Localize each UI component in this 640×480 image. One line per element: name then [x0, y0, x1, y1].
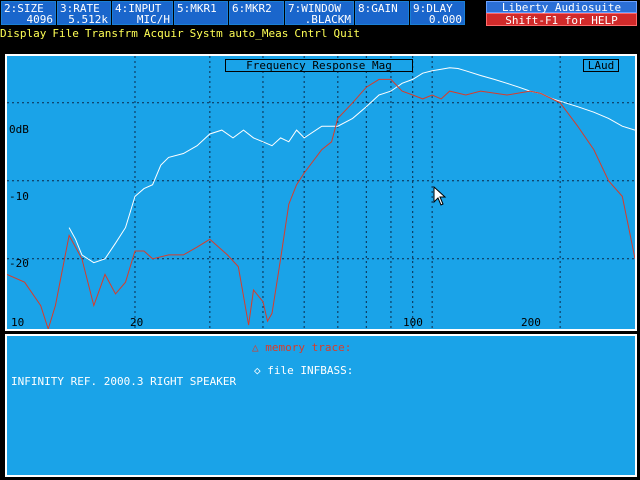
- x-tick-label: 200: [521, 316, 541, 329]
- x-tick-label: 100: [403, 316, 423, 329]
- fkey-value: 5.512k: [68, 13, 108, 26]
- fkey-label: 8:GAIN: [358, 2, 398, 15]
- y-tick-label: -20: [9, 257, 29, 270]
- menu-display[interactable]: Display: [0, 27, 46, 40]
- x-tick-label: 10: [11, 316, 25, 329]
- fkey-size[interactable]: 2:SIZE 4096: [1, 1, 56, 25]
- fkey-delay[interactable]: 9:DLAY 0.000: [410, 1, 465, 25]
- fkey-label: 6:MKR2: [232, 2, 272, 15]
- fkey-value: 0.000: [428, 13, 462, 26]
- fkey-value: 4096: [26, 13, 54, 26]
- y-tick-label: 0dB: [9, 123, 29, 136]
- menu-quit[interactable]: Quit: [333, 27, 360, 40]
- y-tick-label: -10: [9, 190, 29, 203]
- menu-system[interactable]: Systm: [190, 27, 223, 40]
- app-brand: Liberty Audiosuite: [486, 1, 637, 14]
- series-line-memory: [7, 78, 635, 329]
- file-label: ◇ file INFBASS:: [254, 364, 354, 377]
- plot-tag: LAud: [583, 59, 619, 72]
- fkey-rate[interactable]: 3:RATE 5.512k: [57, 1, 111, 25]
- fkey-value: .BLACKM: [304, 13, 351, 26]
- menu-bar: Display File Transfrm Acquir Systm auto_Meas C…: [0, 27, 366, 41]
- mouse-pointer-icon: [433, 186, 447, 206]
- fkey-mkr2[interactable]: 6:MKR2: [229, 1, 284, 25]
- fkey-window[interactable]: 7:WINDOW .BLACKM: [285, 1, 354, 25]
- plot-title: Frequency Response Mag: [225, 59, 413, 72]
- menu-auto-meas[interactable]: auto_Meas: [229, 27, 289, 40]
- menu-file[interactable]: File: [52, 27, 79, 40]
- fkey-label: 5:MKR1: [177, 2, 217, 15]
- fkey-mkr1[interactable]: 5:MKR1: [174, 1, 228, 25]
- trace-description: INFINITY REF. 2000.3 RIGHT SPEAKER: [11, 375, 237, 388]
- series-line-current: [68, 67, 635, 264]
- menu-transform[interactable]: Transfrm: [85, 27, 138, 40]
- menu-control[interactable]: Cntrl: [294, 27, 327, 40]
- fkey-gain[interactable]: 8:GAIN: [355, 1, 409, 25]
- fkey-input[interactable]: 4:INPUT MIC/H: [112, 1, 173, 25]
- memory-trace-label: △ memory trace:: [252, 341, 352, 354]
- menu-acquire[interactable]: Acquir: [144, 27, 184, 40]
- x-tick-label: 20: [130, 316, 144, 329]
- frequency-response-chart[interactable]: [7, 56, 635, 329]
- help-hint[interactable]: Shift-F1 for HELP: [486, 13, 637, 27]
- info-panel: [5, 334, 637, 477]
- fkey-value: MIC/H: [136, 13, 170, 26]
